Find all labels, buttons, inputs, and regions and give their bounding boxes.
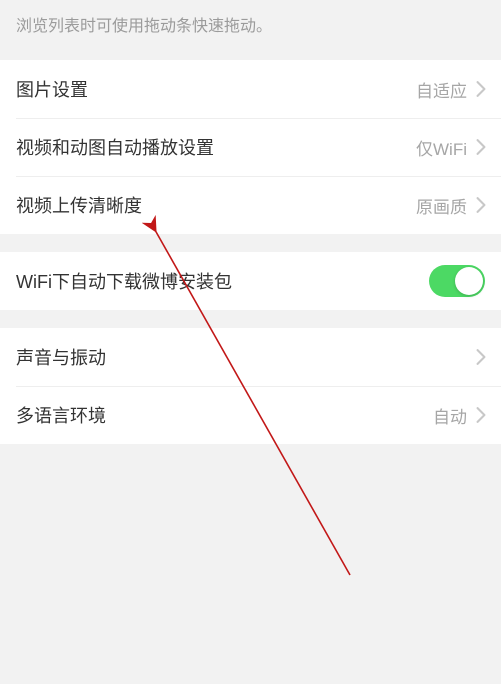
row-wifi-auto-download[interactable]: WiFi下自动下载微博安装包 [0,252,501,310]
scroll-tip-text: 浏览列表时可使用拖动条快速拖动。 [0,0,501,60]
settings-group-media: 图片设置 自适应 视频和动图自动播放设置 仅WiFi 视频上传清晰度 原画质 [0,60,501,234]
video-autoplay-value: 仅WiFi [416,135,467,160]
chevron-right-icon [471,347,491,367]
toggle-knob [455,267,483,295]
video-upload-quality-label: 视频上传清晰度 [16,192,416,218]
chevron-right-icon [471,79,491,99]
chevron-right-icon [471,405,491,425]
video-autoplay-label: 视频和动图自动播放设置 [16,134,416,160]
sound-vibration-label: 声音与振动 [16,344,467,370]
settings-group-general: 声音与振动 多语言环境 自动 [0,328,501,444]
image-settings-value: 自适应 [416,77,467,102]
row-video-autoplay[interactable]: 视频和动图自动播放设置 仅WiFi [0,118,501,176]
row-sound-vibration[interactable]: 声音与振动 [0,328,501,386]
multi-language-value: 自动 [433,403,467,428]
multi-language-label: 多语言环境 [16,402,433,428]
wifi-auto-download-toggle[interactable] [429,265,485,297]
row-multi-language[interactable]: 多语言环境 自动 [0,386,501,444]
section-gap [0,310,501,328]
video-upload-quality-value: 原画质 [416,193,467,218]
row-video-upload-quality[interactable]: 视频上传清晰度 原画质 [0,176,501,234]
wifi-auto-download-label: WiFi下自动下载微博安装包 [16,268,429,294]
settings-group-download: WiFi下自动下载微博安装包 [0,252,501,310]
image-settings-label: 图片设置 [16,76,416,102]
chevron-right-icon [471,137,491,157]
row-image-settings[interactable]: 图片设置 自适应 [0,60,501,118]
section-gap [0,234,501,252]
chevron-right-icon [471,195,491,215]
